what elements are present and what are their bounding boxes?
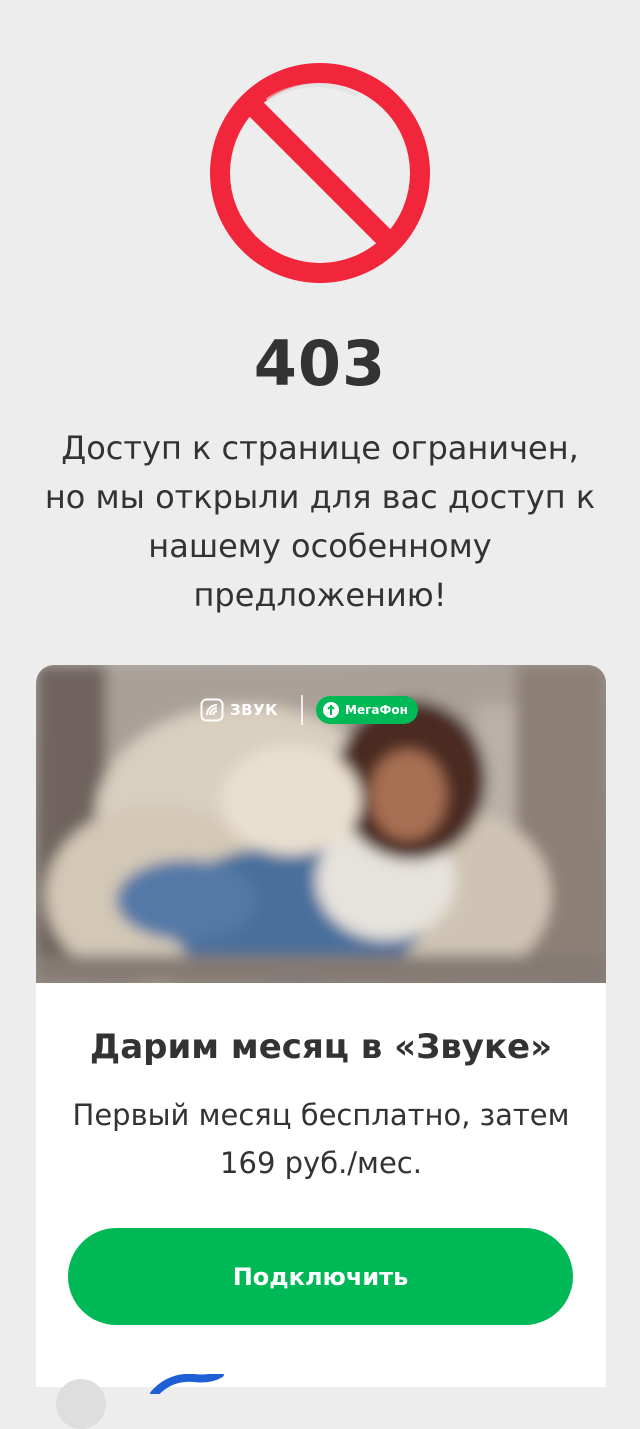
offer-title: Дарим месяц в «Звуке» <box>89 1027 553 1067</box>
offer-subtitle: Первый месяц бесплатно, затем 169 руб./м… <box>72 1098 570 1180</box>
megafon-brand-text: МегаФон <box>345 703 408 717</box>
bottom-partial-content <box>0 1374 640 1429</box>
offer-card: ЗВУК МегаФон Дарим месяц в «Звуке» Первы… <box>36 665 606 1387</box>
zvuk-icon <box>200 698 224 722</box>
megafon-icon <box>323 702 339 718</box>
offer-banner-image: ЗВУК МегаФон <box>36 665 606 983</box>
error-message: Доступ к странице ограничен, но мы откры… <box>44 429 596 614</box>
brand-bar: ЗВУК МегаФон <box>36 693 606 727</box>
partial-blue-icon <box>150 1374 224 1394</box>
zvuk-logo: ЗВУК <box>200 695 278 725</box>
connect-button[interactable]: Подключить <box>68 1228 573 1325</box>
error-code: 403 <box>253 327 387 400</box>
megafon-logo: МегаФон <box>316 696 418 724</box>
forbidden-sign-icon <box>210 63 430 283</box>
error-page: 403 Доступ к странице ограничен, но мы о… <box>0 0 640 1429</box>
zvuk-brand-text: ЗВУК <box>230 701 278 719</box>
brand-divider <box>301 695 303 725</box>
